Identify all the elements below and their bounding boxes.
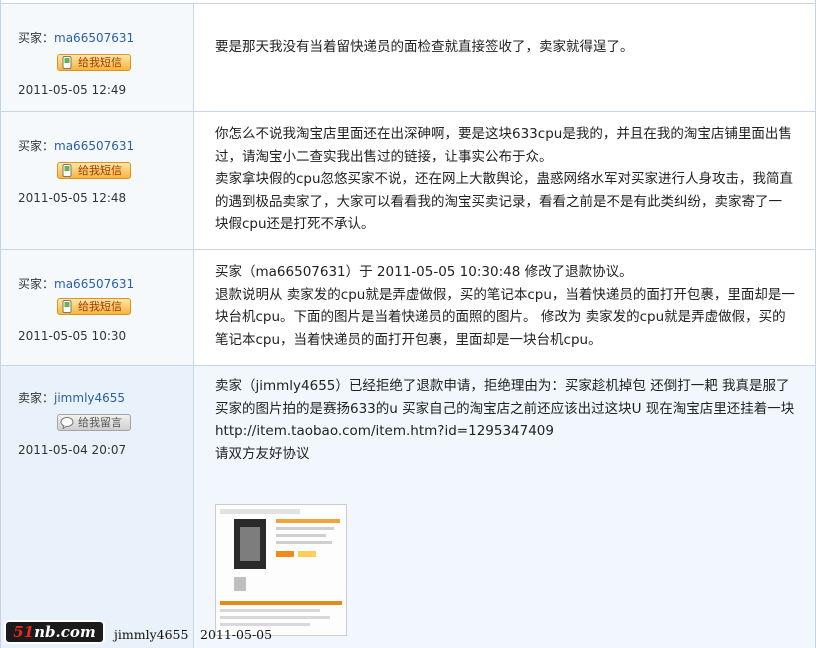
message-paragraph: 卖家拿块假的cpu忽悠买家不说，还在网上大散舆论，蛊惑网络水军对买家进行人身攻击… (215, 171, 794, 232)
message-paragraph: 买家的图片拍的是赛扬633的u 买家自己的淘宝店之前还应该出过这块U 现在淘宝店… (215, 400, 795, 440)
speech-bubble-icon (60, 417, 74, 429)
message-row: 卖家：jimmly4655 给我留言 2011-05-04 20:07 卖家（j… (1, 365, 815, 648)
message-paragraph: 卖家（jimmly4655）已经拒绝了退款申请，拒绝理由为：买家趁机掉包 还倒打… (215, 378, 790, 394)
message-row: 买家：ma66507631 给我短信 2011-05-05 10:30 买家（m… (1, 249, 815, 365)
button-label: 给我短信 (78, 300, 122, 313)
message-paragraph: 买家（ma66507631）于 2011-05-05 10:30:48 修改了退… (215, 264, 633, 280)
author-line: 卖家：jimmly4655 (18, 389, 125, 406)
logo-text-domain: nb.com (34, 623, 96, 641)
author-panel: 买家：ma66507631 给我短信 2011-05-05 12:49 (1, 4, 194, 111)
screenshot-image (216, 505, 346, 635)
message-paragraph: 请双方友好协议 (215, 445, 310, 462)
button-label: 给我短信 (78, 164, 122, 177)
phone-icon (62, 164, 72, 177)
button-label: 给我短信 (78, 56, 122, 69)
message-row: 买家：ma66507631 给我短信 2011-05-05 12:48 你怎么不… (1, 111, 815, 249)
watermark-date: 2011-05-05 (200, 627, 273, 642)
role-label: 卖家： (18, 391, 55, 405)
message-content: 要是那天我没有当着留快递员的面检查就直接签收了，卖家就得逞了。 (215, 36, 795, 59)
attachment-thumbnail[interactable] (215, 504, 347, 636)
phone-icon (62, 56, 72, 69)
logo-text-number: 51 (13, 623, 35, 641)
message-content: 你怎么不说我淘宝店里面还在出深砷啊，要是这块633cpu是我的，并且在我的淘宝店… (215, 123, 795, 236)
post-timestamp: 2011-05-05 12:48 (18, 191, 127, 205)
watermark-user: jimmly4655 (114, 627, 189, 642)
message-paragraph: 你怎么不说我淘宝店里面还在出深砷啊，要是这块633cpu是我的，并且在我的淘宝店… (215, 126, 792, 165)
message-paragraph: 要是那天我没有当着留快递员的面检查就直接签收了，卖家就得逞了。 (215, 39, 634, 55)
author-panel: 买家：ma66507631 给我短信 2011-05-05 12:48 (1, 112, 194, 249)
message-content: 卖家（jimmly4655）已经拒绝了退款申请，拒绝理由为：买家趁机掉包 还倒打… (215, 375, 795, 465)
leave-message-button[interactable]: 给我留言 (57, 414, 131, 431)
send-message-button[interactable]: 给我短信 (57, 54, 131, 71)
author-panel: 卖家：jimmly4655 给我留言 2011-05-04 20:07 (1, 366, 194, 648)
post-timestamp: 2011-05-05 12:49 (18, 83, 127, 97)
message-content: 买家（ma66507631）于 2011-05-05 10:30:48 修改了退… (215, 261, 795, 351)
dispute-thread: 买家：ma66507631 给我短信 2011-05-05 12:49 要是那天… (0, 0, 816, 648)
role-label: 买家： (18, 139, 55, 153)
send-message-button[interactable]: 给我短信 (57, 298, 131, 315)
username-link[interactable]: ma66507631 (54, 277, 134, 291)
send-message-button[interactable]: 给我短信 (57, 162, 131, 179)
post-timestamp: 2011-05-05 10:30 (18, 329, 127, 343)
role-label: 买家： (18, 31, 55, 45)
author-line: 买家：ma66507631 (18, 137, 134, 154)
username-link[interactable]: ma66507631 (54, 139, 134, 153)
post-timestamp: 2011-05-04 20:07 (18, 443, 127, 457)
watermark-footer: 51nb.com jimmly4655 2011-05-05 (0, 619, 816, 648)
phone-icon (62, 300, 72, 313)
message-row: 买家：ma66507631 给我短信 2011-05-05 12:49 要是那天… (1, 3, 815, 111)
username-link[interactable]: jimmly4655 (54, 391, 125, 405)
username-link[interactable]: ma66507631 (54, 31, 134, 45)
author-panel: 买家：ma66507631 给我短信 2011-05-05 10:30 (1, 250, 194, 365)
author-line: 买家：ma66507631 (18, 29, 134, 46)
site-logo: 51nb.com (6, 622, 103, 642)
author-line: 买家：ma66507631 (18, 275, 134, 292)
message-paragraph: 退款说明从 卖家发的cpu就是弄虚做假，买的笔记本cpu，当着快递员的面打开包裹… (215, 286, 795, 348)
role-label: 买家： (18, 277, 55, 291)
button-label: 给我留言 (78, 416, 122, 429)
